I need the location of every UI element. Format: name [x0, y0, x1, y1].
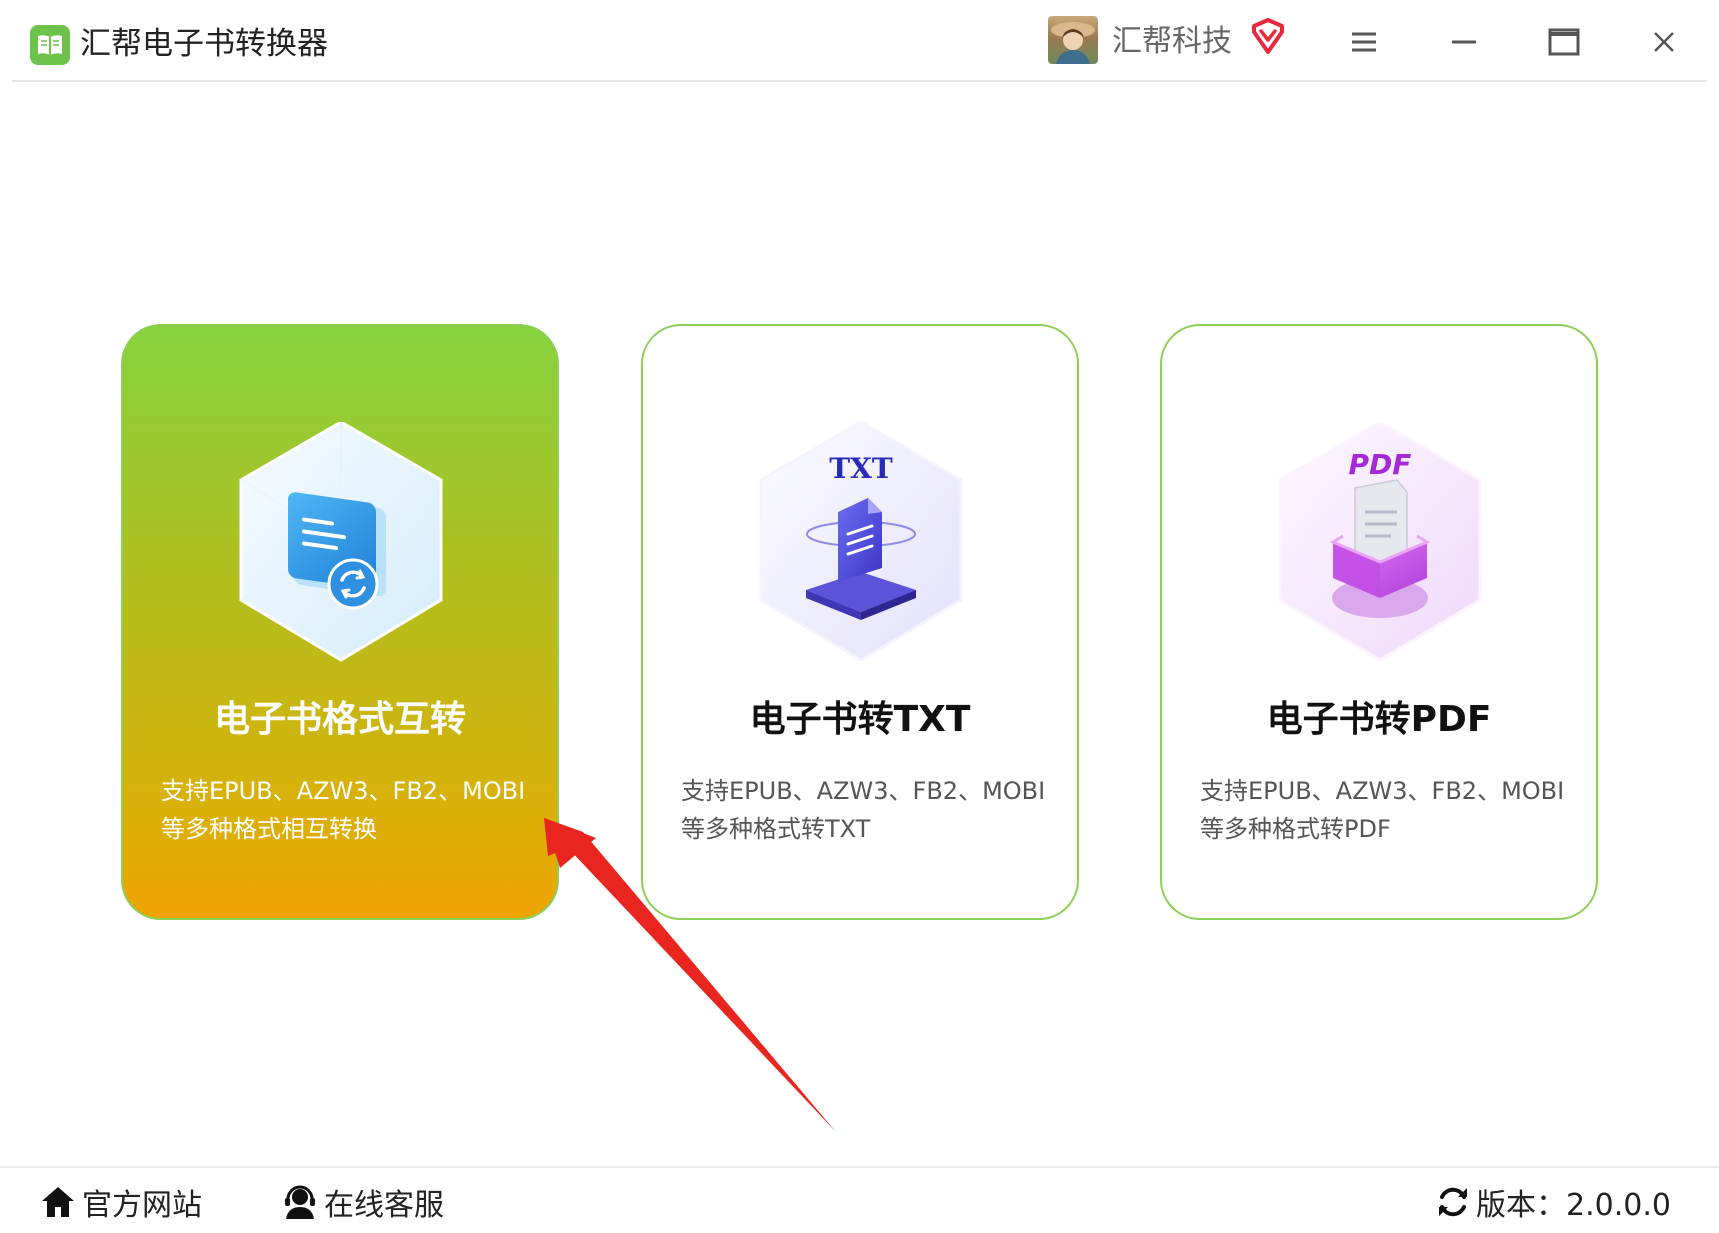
hamburger-menu-icon[interactable] [1340, 18, 1388, 66]
title-bar: 汇帮电子书转换器 汇帮科技 [0, 0, 1719, 82]
txt-icon-label: TXT [829, 452, 893, 485]
version-info: 版本：2.0.0.0 [1436, 1180, 1671, 1224]
card-desc-line1: 支持EPUB、AZW3、FB2、MOBI [681, 777, 1046, 805]
ebook-convert-icon [236, 420, 446, 662]
card-desc-line1: 支持EPUB、AZW3、FB2、MOBI [1200, 777, 1565, 805]
card-ebook-to-txt[interactable]: TXT 电子书转TXT 支持EPUB、AZW3、FB2、MOBI 等多种格式转T… [641, 324, 1079, 920]
customer-service-icon [285, 1185, 315, 1219]
card-ebook-format-convert[interactable]: 电子书格式互转 支持EPUB、AZW3、FB2、MOBI 等多种格式相互转换 [121, 324, 559, 920]
book-icon [30, 25, 70, 65]
card-description: 支持EPUB、AZW3、FB2、MOBI 等多种格式转TXT [681, 772, 1057, 848]
card-desc-line2: 等多种格式转PDF [1200, 815, 1391, 843]
card-desc-line1: 支持EPUB、AZW3、FB2、MOBI [161, 777, 526, 805]
pdf-document-icon: PDF [1275, 420, 1485, 662]
vip-diamond-icon[interactable] [1250, 18, 1286, 58]
official-website-label: 官方网站 [82, 1188, 202, 1223]
avatar[interactable] [1048, 16, 1098, 64]
refresh-icon[interactable] [1436, 1185, 1470, 1219]
home-icon [42, 1187, 74, 1217]
pdf-icon-label: PDF [1349, 448, 1412, 481]
card-title: 电子书转TXT [749, 699, 971, 740]
card-title: 电子书转PDF [1266, 699, 1492, 740]
card-title: 电子书格式互转 [213, 699, 466, 740]
user-name[interactable]: 汇帮科技 [1112, 20, 1232, 64]
title-divider [12, 80, 1707, 82]
card-description: 支持EPUB、AZW3、FB2、MOBI 等多种格式转PDF [1200, 772, 1576, 848]
card-desc-line2: 等多种格式相互转换 [161, 815, 377, 843]
official-website-link[interactable]: 官方网站 [40, 1180, 202, 1224]
card-desc-line2: 等多种格式转TXT [681, 815, 871, 843]
close-icon[interactable] [1640, 18, 1688, 66]
card-description: 支持EPUB、AZW3、FB2、MOBI 等多种格式相互转换 [161, 772, 537, 848]
footer-divider [0, 1166, 1719, 1168]
minimize-icon[interactable] [1440, 18, 1488, 66]
version-label: 版本：2.0.0.0 [1476, 1188, 1671, 1223]
app-title: 汇帮电子书转换器 [80, 26, 328, 62]
txt-document-icon: TXT [756, 420, 966, 662]
maximize-icon[interactable] [1540, 18, 1588, 66]
online-service-link[interactable]: 在线客服 [282, 1180, 444, 1224]
card-ebook-to-pdf[interactable]: PDF 电子书转PDF 支持EPUB、AZW3、FB2、MOBI 等多种格式转P… [1160, 324, 1598, 920]
online-service-label: 在线客服 [324, 1188, 444, 1223]
